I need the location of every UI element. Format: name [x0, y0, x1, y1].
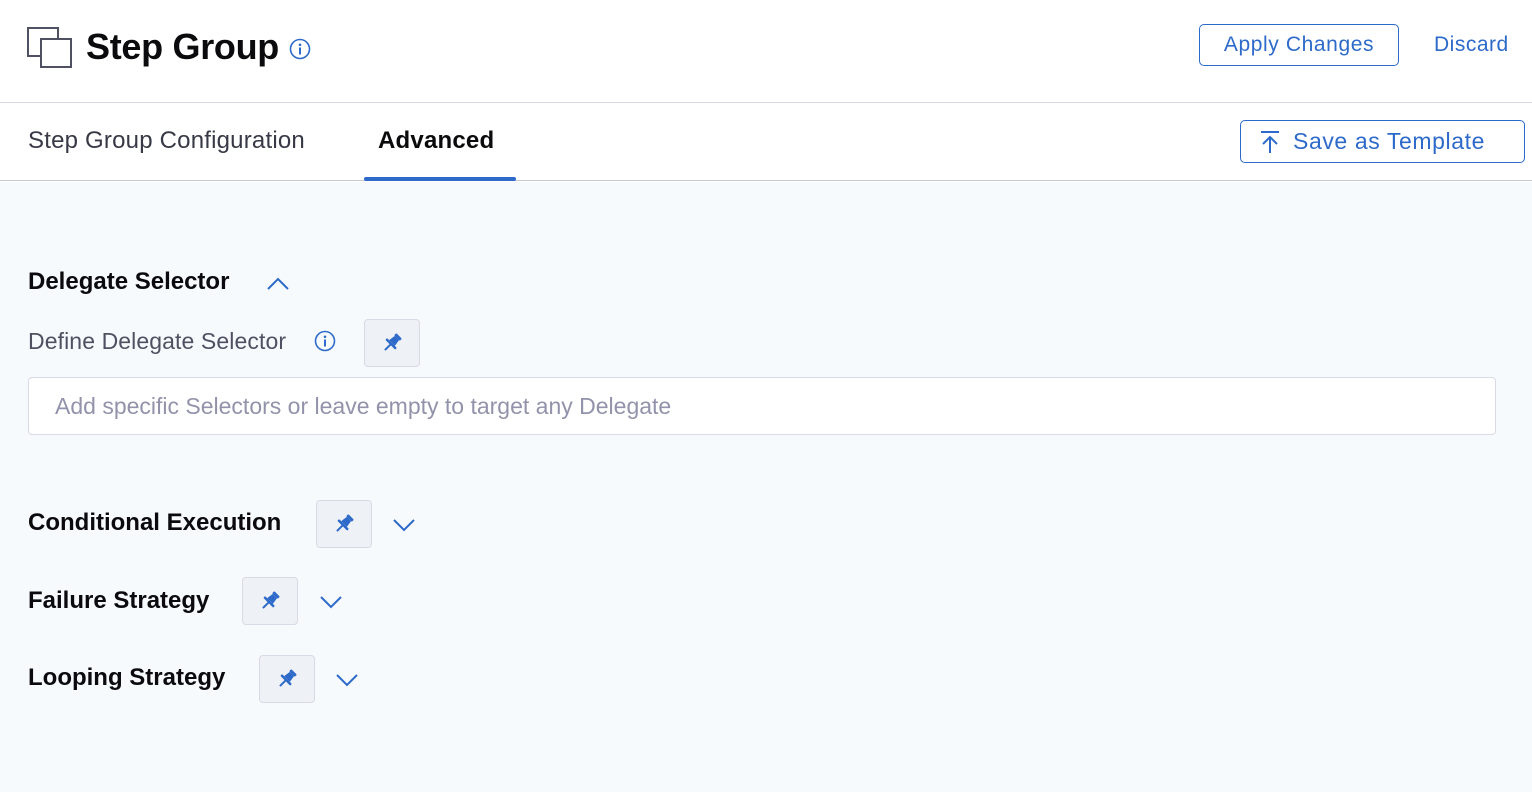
save-as-template-label: Save as Template [1293, 128, 1486, 154]
delegate-selector-title[interactable]: Delegate Selector [28, 268, 229, 296]
page-title: Step Group [86, 26, 279, 67]
step-group-icon [27, 27, 73, 69]
delegate-selector-input[interactable] [28, 377, 1496, 435]
apply-changes-button[interactable]: Apply Changes [1199, 24, 1399, 66]
pin-icon [279, 669, 297, 687]
pin-icon [336, 514, 354, 532]
pin-icon [384, 333, 402, 351]
pin-button[interactable] [259, 655, 315, 703]
tab-step-group-configuration[interactable]: Step Group Configuration [28, 127, 305, 155]
pin-button[interactable] [316, 500, 372, 548]
conditional-execution-title[interactable]: Conditional Execution [28, 509, 281, 537]
upload-icon [1261, 130, 1279, 153]
looping-strategy-title[interactable]: Looping Strategy [28, 664, 225, 692]
pin-button[interactable] [242, 577, 298, 625]
failure-strategy-title[interactable]: Failure Strategy [28, 587, 209, 615]
tab-bar: Step Group Configuration Advanced Save a… [0, 103, 1532, 181]
info-icon[interactable] [314, 330, 336, 352]
pin-button[interactable] [364, 319, 420, 367]
tab-advanced[interactable]: Advanced [378, 127, 494, 155]
pin-icon [262, 591, 280, 609]
chevron-down-icon[interactable] [335, 672, 359, 688]
chevron-down-icon[interactable] [319, 594, 343, 610]
chevron-down-icon[interactable] [392, 517, 416, 533]
discard-button[interactable]: Discard [1434, 33, 1509, 57]
save-as-template-button[interactable]: Save as Template [1240, 120, 1525, 163]
active-tab-indicator [364, 177, 516, 181]
define-delegate-selector-label: Define Delegate Selector [28, 328, 287, 354]
info-icon[interactable] [289, 38, 311, 60]
advanced-panel: Delegate Selector Define Delegate Select… [0, 182, 1532, 792]
chevron-up-icon[interactable] [266, 276, 290, 292]
drawer-header: Step Group Apply Changes Discard [0, 0, 1532, 103]
